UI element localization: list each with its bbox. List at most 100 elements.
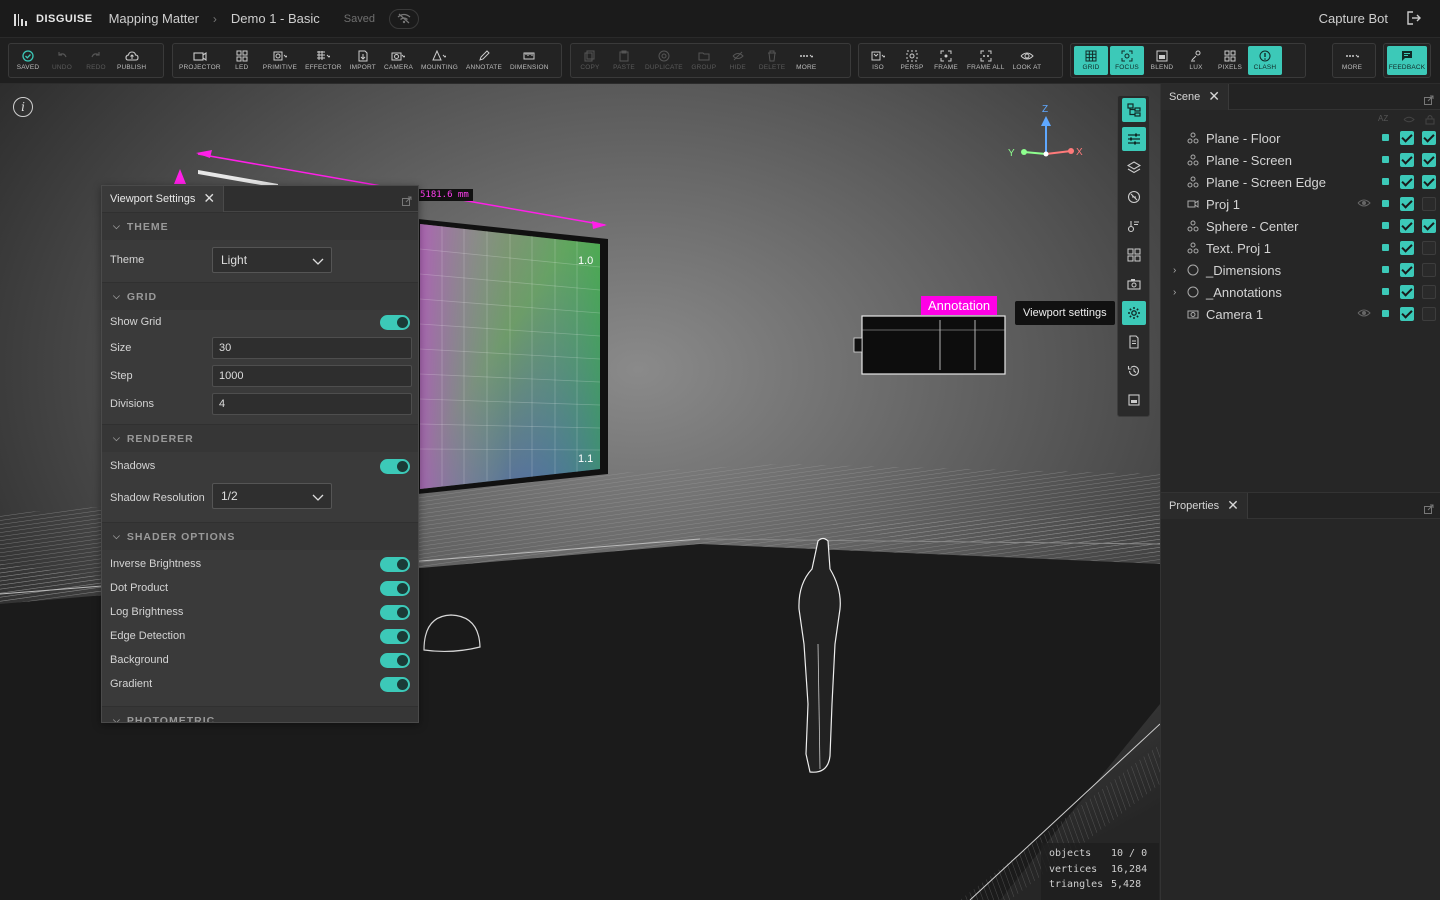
section-theme[interactable]: ⌵ THEME [102, 212, 418, 240]
publish-button[interactable]: PUBLISH [113, 44, 150, 77]
section-photometric[interactable]: ⌵ PHOTOMETRIC [102, 706, 418, 722]
scene-tab[interactable]: Scene ✕ [1161, 83, 1229, 110]
more-edit-button[interactable]: MORE [789, 44, 823, 77]
focus-toggle-button[interactable]: FOCUS [1110, 46, 1144, 75]
theme-select[interactable]: Light [212, 247, 332, 273]
visible-checkbox[interactable] [1400, 219, 1414, 233]
lock-checkbox[interactable] [1422, 307, 1436, 321]
redo-button[interactable]: REDO [79, 44, 113, 77]
grid-step-input[interactable]: 1000 [212, 365, 412, 387]
breadcrumb-file[interactable]: Demo 1 - Basic [231, 11, 320, 26]
camera-button[interactable]: CAMERA [380, 44, 417, 77]
saved-button[interactable]: SAVED [11, 44, 45, 77]
logout-icon[interactable] [1406, 10, 1422, 31]
eye-icon[interactable] [1357, 308, 1371, 318]
gradient-toggle[interactable] [380, 676, 410, 692]
render-button[interactable] [1122, 388, 1146, 412]
cameras-button[interactable] [1122, 272, 1146, 296]
lock-checkbox[interactable] [1422, 131, 1436, 145]
dot-product-toggle[interactable] [380, 580, 410, 596]
lock-checkbox[interactable] [1422, 241, 1436, 255]
scene-tree-button[interactable] [1122, 98, 1146, 122]
iso-button[interactable]: ISO [861, 44, 895, 77]
lock-checkbox[interactable] [1422, 197, 1436, 211]
visible-checkbox[interactable] [1400, 197, 1414, 211]
close-icon[interactable]: ✕ [1208, 88, 1220, 105]
layers-button[interactable] [1122, 156, 1146, 180]
feedback-button[interactable]: FEEDBACK [1387, 46, 1427, 75]
more-view-button[interactable]: MORE [1335, 44, 1369, 77]
visible-checkbox[interactable] [1400, 285, 1414, 299]
background-toggle[interactable] [380, 652, 410, 668]
user-name[interactable]: Capture Bot [1319, 11, 1388, 26]
group-button[interactable]: GROUP [687, 44, 721, 77]
mounting-button[interactable]: MOUNTING [417, 44, 462, 77]
scene-item-proj-1[interactable]: Proj 1 [1161, 193, 1440, 215]
scene-item-text-proj-1[interactable]: Text. Proj 1 [1161, 237, 1440, 259]
breadcrumb-project[interactable]: Mapping Matter [109, 11, 199, 26]
chevron-right-icon[interactable]: › [1173, 287, 1176, 298]
annotate-button[interactable]: ANNOTATE [462, 44, 506, 77]
show-grid-toggle[interactable] [380, 314, 410, 330]
popout-icon[interactable] [402, 193, 412, 206]
close-icon[interactable]: ✕ [1227, 497, 1239, 514]
lock-checkbox[interactable] [1422, 263, 1436, 277]
properties-tab[interactable]: Properties ✕ [1161, 492, 1248, 519]
history-button[interactable] [1122, 359, 1146, 383]
visible-checkbox[interactable] [1400, 175, 1414, 189]
grid-size-input[interactable]: 30 [212, 337, 412, 359]
viewport-settings-button[interactable] [1122, 301, 1146, 325]
eye-icon[interactable] [1357, 198, 1371, 208]
section-renderer[interactable]: ⌵ RENDERER [102, 424, 418, 452]
paste-button[interactable]: PASTE [607, 44, 641, 77]
import-button[interactable]: IMPORT [346, 44, 380, 77]
delete-button[interactable]: DELETE [755, 44, 790, 77]
frame-button[interactable]: FRAME [929, 44, 963, 77]
undo-button[interactable]: UNDO [45, 44, 79, 77]
persp-button[interactable]: PERSP [895, 44, 929, 77]
copy-button[interactable]: COPY [573, 44, 607, 77]
pixels-toggle-button[interactable]: PIXELS [1213, 44, 1247, 77]
scene-item-sphere-center[interactable]: Sphere - Center [1161, 215, 1440, 237]
section-shader-options[interactable]: ⌵ SHADER OPTIONS [102, 522, 418, 550]
scene-item-camera-1[interactable]: Camera 1 [1161, 303, 1440, 325]
scene-item-plane-floor[interactable]: Plane - Floor [1161, 127, 1440, 149]
viewport-settings-tab[interactable]: Viewport Settings ✕ [102, 186, 225, 212]
visible-checkbox[interactable] [1400, 307, 1414, 321]
clash-toggle-button[interactable]: CLASH [1248, 46, 1282, 75]
visible-checkbox[interactable] [1400, 131, 1414, 145]
look-at-button[interactable]: LOOK AT [1009, 44, 1046, 77]
connection-wifi-icon[interactable] [388, 8, 419, 29]
dimension-button[interactable]: DIMENSION [506, 44, 553, 77]
shadows-toggle[interactable] [380, 458, 410, 474]
primitive-button[interactable]: PRIMITIVE [259, 44, 301, 77]
scene-item-plane-screen[interactable]: Plane - Screen [1161, 149, 1440, 171]
scene-item-dimensions[interactable]: › _Dimensions [1161, 259, 1440, 281]
visible-checkbox[interactable] [1400, 241, 1414, 255]
popout-icon[interactable] [1424, 501, 1434, 519]
scene-item-annotations[interactable]: › _Annotations [1161, 281, 1440, 303]
sort-az-button[interactable]: AZ [1378, 114, 1388, 123]
lock-checkbox[interactable] [1422, 285, 1436, 299]
lock-checkbox[interactable] [1422, 153, 1436, 167]
shadow-resolution-select[interactable]: 1/2 [212, 483, 332, 509]
log-brightness-toggle[interactable] [380, 604, 410, 620]
lux-toggle-button[interactable]: LUX [1179, 44, 1213, 77]
chevron-right-icon[interactable]: › [1173, 265, 1176, 276]
grid-divisions-input[interactable]: 4 [212, 393, 412, 415]
visible-checkbox[interactable] [1400, 263, 1414, 277]
projector-button[interactable]: PROJECTOR [175, 44, 225, 77]
grid-toggle-button[interactable]: GRID [1074, 46, 1108, 75]
annotation-label[interactable]: Annotation [921, 296, 998, 315]
info-icon[interactable]: i [13, 97, 33, 117]
popout-icon[interactable] [1424, 92, 1434, 110]
scene-item-plane-screen-edge[interactable]: Plane - Screen Edge [1161, 171, 1440, 193]
lighting-button[interactable] [1122, 185, 1146, 209]
visible-checkbox[interactable] [1400, 153, 1414, 167]
lock-checkbox[interactable] [1422, 175, 1436, 189]
dimension-label[interactable]: 5181.6 mm [416, 189, 473, 201]
close-icon[interactable]: ✕ [203, 190, 215, 207]
led-button[interactable]: LED [225, 44, 259, 77]
lux-panel-button[interactable] [1122, 214, 1146, 238]
report-button[interactable] [1122, 330, 1146, 354]
